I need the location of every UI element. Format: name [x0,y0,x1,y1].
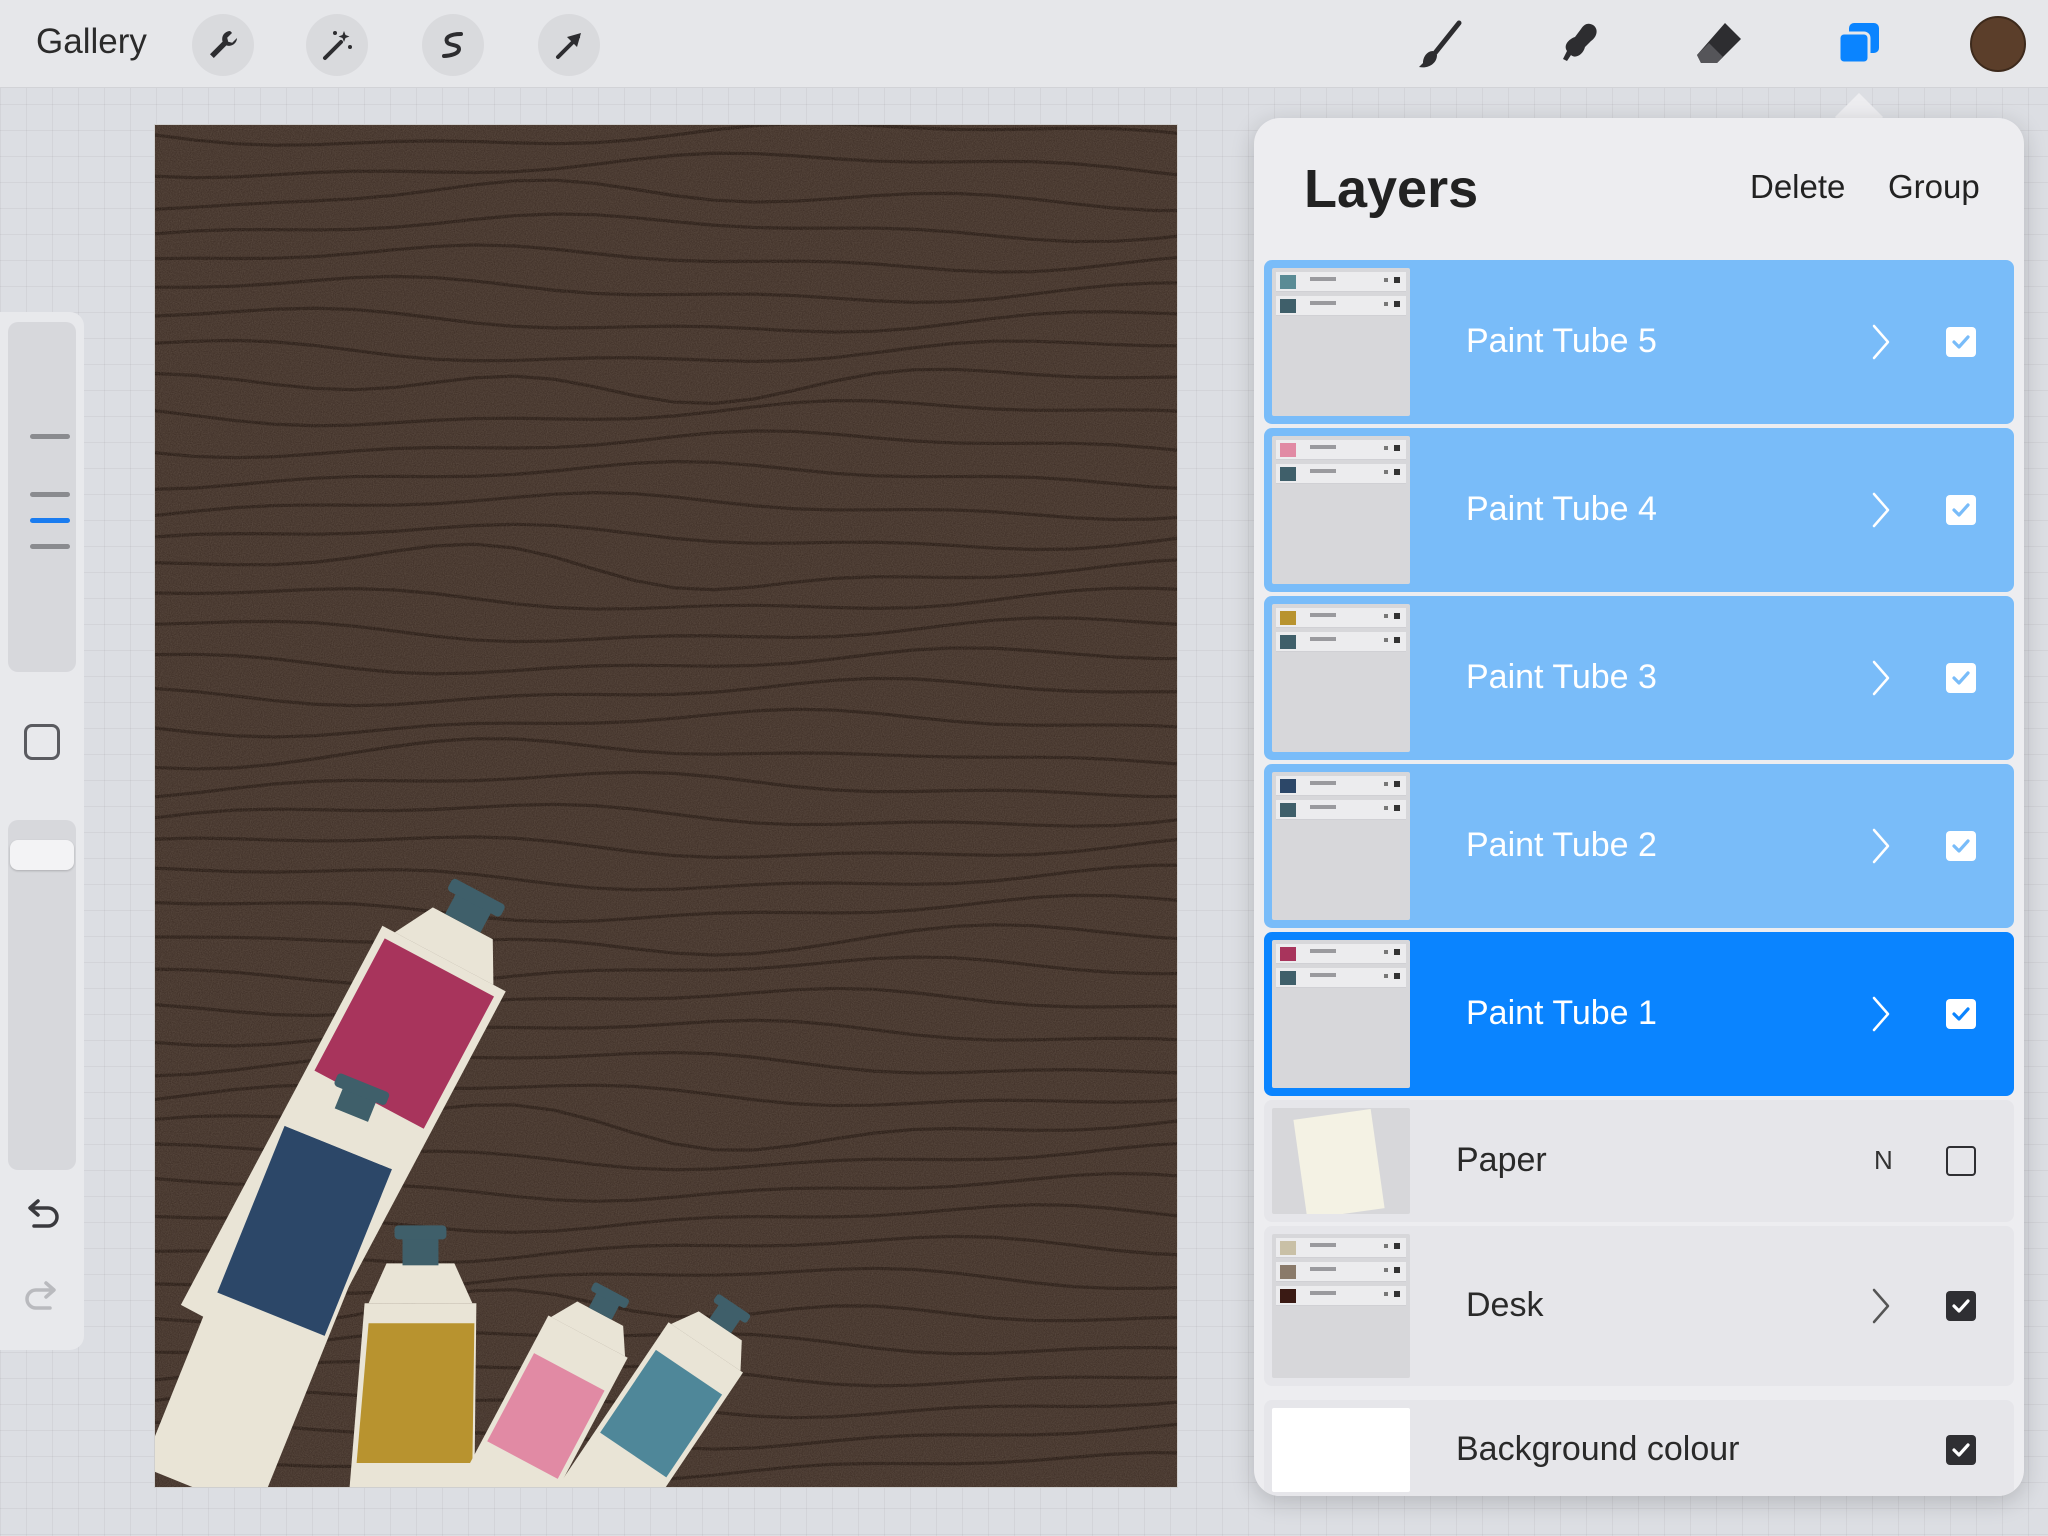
layer-name: Paper [1456,1141,1547,1179]
size-tick [30,434,70,439]
layer-visibility-checkbox[interactable] [1946,1146,1976,1176]
layer-row-paint-tube-5[interactable]: Paint Tube 5 [1264,260,2014,424]
blend-mode-label[interactable]: N [1874,1145,1893,1176]
layer-row-paint-tube-1[interactable]: Paint Tube 1 [1264,932,2014,1096]
redo-icon[interactable] [20,1274,64,1318]
layer-row-paint-tube-4[interactable]: Paint Tube 4 [1264,428,2014,592]
layer-thumbnail [1272,1408,1410,1492]
left-sidebar [0,312,84,1350]
size-tick [30,544,70,549]
artwork [155,125,1177,1487]
brush-opacity-slider[interactable] [8,820,76,1170]
layer-name: Paint Tube 1 [1466,994,1657,1032]
layer-thumbnail [1272,940,1410,1088]
brush-size-slider[interactable] [8,322,76,672]
eraser-icon [1697,23,1741,63]
layers-button[interactable] [1828,14,1890,76]
layer-row-paper[interactable]: Paper N [1264,1100,2014,1222]
wrench-icon [210,31,237,58]
drawing-canvas[interactable] [154,124,1178,1488]
actions-wrench-button[interactable] [192,14,254,76]
layers-icon [1837,23,1879,65]
chevron-right-icon[interactable] [1870,994,1892,1034]
opacity-slider-handle[interactable] [10,840,74,870]
smudge-button[interactable] [1548,14,1610,76]
chevron-right-icon[interactable] [1870,490,1892,530]
layer-name: Background colour [1456,1430,1740,1468]
layer-thumbnail [1272,1234,1410,1378]
group-button[interactable]: Group [1888,168,1980,206]
gallery-button[interactable]: Gallery [36,22,147,62]
chevron-right-icon[interactable] [1870,658,1892,698]
brush-icon [1419,20,1462,68]
magic-wand-icon [323,31,352,60]
layer-row-background-colour[interactable]: Background colour [1264,1400,2014,1496]
layer-visibility-checkbox[interactable] [1946,1291,1976,1321]
layer-thumbnail [1272,268,1410,416]
layer-row-paint-tube-2[interactable]: Paint Tube 2 [1264,764,2014,928]
layer-visibility-checkbox[interactable] [1946,495,1976,525]
transform-arrow-icon [556,33,581,59]
smudge-icon [1563,23,1597,61]
layer-name: Paint Tube 2 [1466,826,1657,864]
modify-button[interactable] [24,724,60,760]
top-toolbar: Gallery [0,0,2048,88]
layer-thumbnail [1272,1108,1410,1214]
layer-visibility-checkbox[interactable] [1946,327,1976,357]
layer-name: Desk [1466,1286,1544,1324]
layer-visibility-checkbox[interactable] [1946,831,1976,861]
adjustments-button[interactable] [306,14,368,76]
delete-button[interactable]: Delete [1750,168,1845,206]
layer-visibility-checkbox[interactable] [1946,999,1976,1029]
selection-button[interactable] [422,14,484,76]
eraser-button[interactable] [1688,14,1750,76]
layer-row-paint-tube-3[interactable]: Paint Tube 3 [1264,596,2014,760]
chevron-right-icon[interactable] [1870,1286,1892,1326]
layer-thumbnail [1272,772,1410,920]
selection-icon [442,32,463,58]
layers-panel: Layers Delete Group Paint Tube 5 Paint Tu… [1254,118,2024,1496]
layer-row-desk[interactable]: Desk [1264,1226,2014,1386]
layer-thumbnail [1272,436,1410,584]
layer-thumbnail [1272,604,1410,752]
layer-name: Paint Tube 4 [1466,490,1657,528]
chevron-right-icon[interactable] [1870,826,1892,866]
size-slider-handle[interactable] [30,518,70,523]
layer-name: Paint Tube 5 [1466,322,1657,360]
layers-title: Layers [1304,159,1479,219]
layer-visibility-checkbox[interactable] [1946,663,1976,693]
undo-icon[interactable] [20,1192,64,1236]
color-picker-button[interactable] [1970,16,2026,72]
chevron-right-icon[interactable] [1870,322,1892,362]
brush-button[interactable] [1408,14,1470,76]
transform-button[interactable] [538,14,600,76]
layer-visibility-checkbox[interactable] [1946,1435,1976,1465]
size-tick [30,492,70,497]
layer-name: Paint Tube 3 [1466,658,1657,696]
